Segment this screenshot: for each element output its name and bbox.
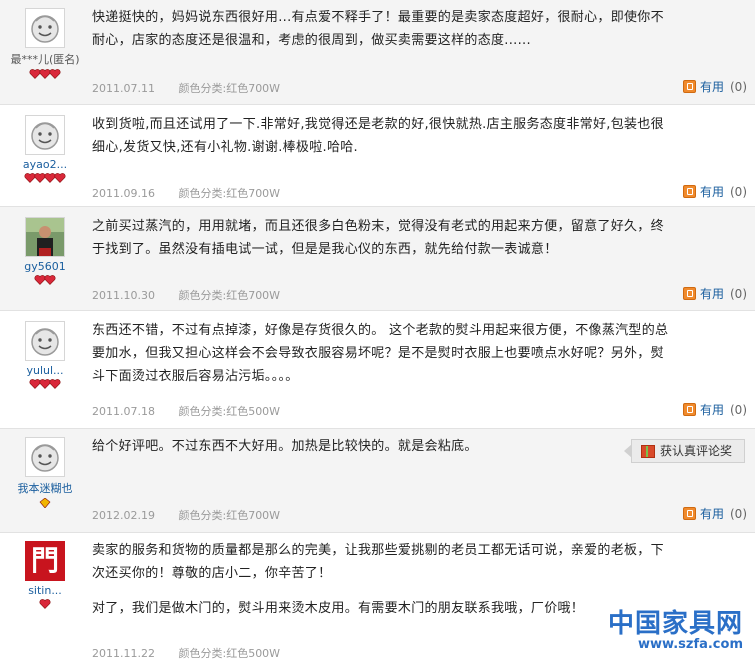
reviewer: 門 sitin... xyxy=(0,541,90,609)
thumb-up-icon xyxy=(682,185,696,198)
heart-rank-icon xyxy=(39,498,51,508)
useful-label: 有用 xyxy=(699,185,724,199)
reviewer: gy5601 xyxy=(0,217,90,285)
useful-label: 有用 xyxy=(699,287,724,301)
review-paragraph: 之前买过蒸汽的，用用就堵，而且还很多白色粉末，觉得没有老式的用起来方便，留意了好… xyxy=(92,219,664,257)
useful-button[interactable]: 有用 (0) xyxy=(682,401,747,418)
reviewer-name[interactable]: yulul... xyxy=(0,364,90,377)
useful-count: (0) xyxy=(730,403,747,417)
review-text: 快递挺快的，妈妈说东西很好用...有点爱不释手了！最重要的是卖家态度超好，很耐心… xyxy=(92,6,672,52)
reviewer-name[interactable]: gy5601 xyxy=(0,260,90,273)
review-meta: 2011.09.16 颜色分类:红色700W xyxy=(92,185,280,201)
reviewer: yulul... xyxy=(0,321,90,389)
review-sku: 颜色分类:红色700W xyxy=(178,289,281,302)
shop-logo-avatar[interactable]: 門 xyxy=(25,541,65,581)
review-date: 2011.07.11 xyxy=(92,82,155,95)
useful-label: 有用 xyxy=(699,80,724,94)
reviewer-name[interactable]: 我本迷糊也 xyxy=(0,480,90,496)
thumb-up-icon xyxy=(682,403,696,416)
reviewer-name: 最***儿(匿名) xyxy=(10,53,80,66)
useful-count: (0) xyxy=(730,80,747,94)
reviewer-name[interactable]: sitin... xyxy=(0,584,90,597)
rank-badge xyxy=(0,599,90,609)
heart-rank-icon xyxy=(49,379,61,389)
rank-badge xyxy=(0,498,90,508)
review-item: 我本迷糊也 给个好评吧。不过东西不大好用。加热是比较快的。就是会粘底。 获认真评… xyxy=(0,428,755,532)
rank-badge xyxy=(0,69,90,79)
useful-label: 有用 xyxy=(699,403,724,417)
rank-badge xyxy=(0,275,90,285)
review-sku: 颜色分类:红色700W xyxy=(178,82,281,95)
heart-rank-icon xyxy=(39,599,51,609)
useful-count: (0) xyxy=(730,185,747,199)
gift-icon xyxy=(640,445,655,458)
review-meta: 2012.02.19 颜色分类:红色700W xyxy=(92,507,280,523)
review-paragraph: 给个好评吧。不过东西不大好用。加热是比较快的。就是会粘底。 xyxy=(92,439,478,454)
watermark-url: www.szfa.com xyxy=(638,637,743,652)
thumb-up-icon xyxy=(682,80,696,93)
thumb-up-icon xyxy=(682,507,696,520)
reviewer: 我本迷糊也 xyxy=(0,437,90,508)
default-avatar-icon[interactable] xyxy=(25,321,65,361)
review-meta: 2011.11.22 颜色分类:红色500W xyxy=(92,645,280,661)
review-sku: 颜色分类:红色700W xyxy=(178,187,281,200)
heart-rank-icon xyxy=(54,173,66,183)
thumb-up-icon xyxy=(682,287,696,300)
rank-badge xyxy=(0,173,90,183)
site-watermark: 中国家具网 www.szfa.com xyxy=(608,610,743,652)
review-text: 卖家的服务和货物的质量都是那么的完美，让我那些爱挑剔的老员工都无话可说，亲爱的老… xyxy=(92,539,672,620)
useful-button[interactable]: 有用 (0) xyxy=(682,505,747,522)
watermark-name: 中国家具网 xyxy=(607,609,743,639)
review-paragraph: 对了，我们是做木门的，熨斗用来烫木皮用。有需要木门的朋友联系我哦，厂价哦！ xyxy=(92,601,585,616)
review-paragraph: 东西还不错，不过有点掉漆，好像是存货很久的。 这个老款的熨斗用起来很方便，不像蒸… xyxy=(92,323,669,384)
review-text: 之前买过蒸汽的，用用就堵，而且还很多白色粉末，觉得没有老式的用起来方便，留意了好… xyxy=(92,215,672,261)
rank-badge xyxy=(0,379,90,389)
review-item: yulul... 东西还不错，不过有点掉漆，好像是存货很久的。 这个老款的熨斗用… xyxy=(0,310,755,428)
default-avatar-icon[interactable] xyxy=(25,115,65,155)
review-sku: 颜色分类:红色700W xyxy=(178,509,281,522)
review-text: 东西还不错，不过有点掉漆，好像是存货很久的。 这个老款的熨斗用起来很方便，不像蒸… xyxy=(92,319,672,388)
reviewer-name[interactable]: ayao2... xyxy=(0,158,90,171)
useful-label: 有用 xyxy=(699,507,724,521)
review-meta: 2011.07.11 颜色分类:红色700W xyxy=(92,80,280,96)
useful-count: (0) xyxy=(730,287,747,301)
default-avatar-icon[interactable] xyxy=(25,437,65,477)
review-meta: 2011.07.18 颜色分类:红色500W xyxy=(92,403,280,419)
review-sku: 颜色分类:红色500W xyxy=(178,647,281,660)
review-item: ayao2... 收到货啦,而且还试用了一下.非常好,我觉得还是老款的好,很快就… xyxy=(0,104,755,206)
award-label: 获认真评论奖 xyxy=(659,444,732,458)
review-item: 最***儿(匿名) 快递挺快的，妈妈说东西很好用...有点爱不释手了！最重要的是… xyxy=(0,0,755,104)
useful-count: (0) xyxy=(730,507,747,521)
reviewer: 最***儿(匿名) xyxy=(0,8,90,79)
review-date: 2012.02.19 xyxy=(92,509,155,522)
review-item: gy5601 之前买过蒸汽的，用用就堵，而且还很多白色粉末，觉得没有老式的用起来… xyxy=(0,206,755,310)
review-meta: 2011.10.30 颜色分类:红色700W xyxy=(92,287,280,303)
review-date: 2011.09.16 xyxy=(92,187,155,200)
review-paragraph: 收到货啦,而且还试用了一下.非常好,我觉得还是老款的好,很快就热.店主服务态度非… xyxy=(92,117,664,155)
useful-button[interactable]: 有用 (0) xyxy=(682,285,747,302)
review-text: 给个好评吧。不过东西不大好用。加热是比较快的。就是会粘底。 xyxy=(92,435,672,458)
award-badge[interactable]: 获认真评论奖 xyxy=(623,439,745,463)
reviewer: ayao2... xyxy=(0,115,90,183)
review-date: 2011.07.18 xyxy=(92,405,155,418)
heart-rank-icon xyxy=(44,275,56,285)
photo-avatar[interactable] xyxy=(25,217,65,257)
useful-button[interactable]: 有用 (0) xyxy=(682,78,747,95)
review-paragraph: 卖家的服务和货物的质量都是那么的完美，让我那些爱挑剔的老员工都无话可说，亲爱的老… xyxy=(92,543,664,581)
default-avatar-icon[interactable] xyxy=(25,8,65,48)
review-date: 2011.10.30 xyxy=(92,289,155,302)
review-text: 收到货啦,而且还试用了一下.非常好,我觉得还是老款的好,很快就热.店主服务态度非… xyxy=(92,113,672,159)
review-date: 2011.11.22 xyxy=(92,647,155,660)
review-sku: 颜色分类:红色500W xyxy=(178,405,281,418)
useful-button[interactable]: 有用 (0) xyxy=(682,183,747,200)
review-paragraph: 快递挺快的，妈妈说东西很好用...有点爱不释手了！最重要的是卖家态度超好，很耐心… xyxy=(92,10,664,48)
heart-rank-icon xyxy=(49,69,61,79)
